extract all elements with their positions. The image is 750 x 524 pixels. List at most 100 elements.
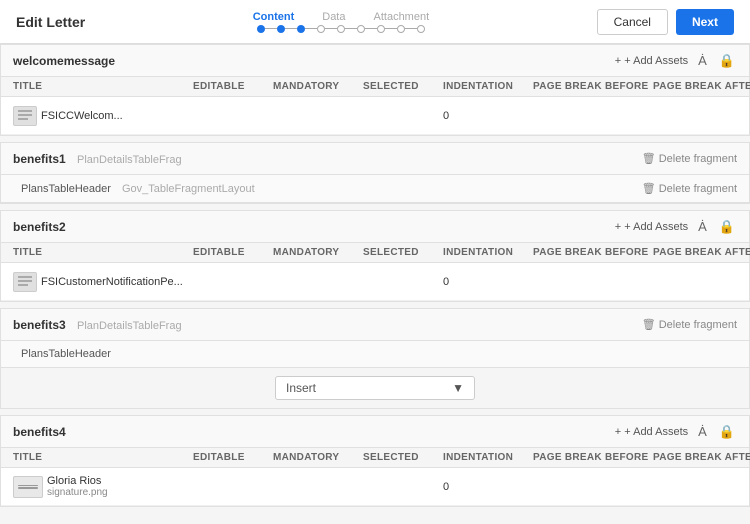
section-benefits4-title: benefits4 (13, 425, 66, 439)
table-header-4: TITLE EDITABLE MANDATORY SELECTED INDENT… (1, 448, 749, 468)
col-mandatory-4: MANDATORY (273, 452, 363, 463)
lock-icon-2[interactable]: 🔒 (717, 219, 737, 235)
section-benefits1-title: benefits1 (13, 152, 66, 166)
col-indentation-2: INDENTATION (443, 247, 533, 258)
col-page-break-before-2: PAGE BREAK BEFORE (533, 247, 653, 258)
add-icon-2: + (615, 221, 621, 233)
section-benefits4-title-group: benefits4 (13, 425, 66, 439)
dot-line-3 (305, 28, 317, 30)
lock-icon-0[interactable]: 🔒 (717, 53, 737, 69)
dot-6 (357, 25, 365, 33)
stepper: Content Data Attachment (253, 11, 429, 33)
section-benefits4-header: benefits4 + + Add Assets Ȧ 🔒 (1, 416, 749, 448)
sub-section-row-3: PlansTableHeader (1, 341, 749, 367)
col-editable-2: EDITABLE (193, 247, 273, 258)
signature-thumb-4-0 (13, 476, 43, 498)
add-assets-button-4[interactable]: + + Add Assets (615, 426, 688, 438)
add-assets-button-2[interactable]: + + Add Assets (615, 221, 688, 233)
dot-line-7 (385, 28, 397, 30)
section-welcomemessage: welcomemessage + + Add Assets Ȧ 🔒 TITLE… (0, 44, 750, 136)
delete-fragment-button-1[interactable]: 🗑 Delete fragment (642, 152, 737, 165)
cell-title-4-0: Gloria Rios signature.png (13, 475, 193, 498)
font-icon-4[interactable]: Ȧ (696, 424, 709, 439)
dot-5 (337, 25, 345, 33)
col-mandatory-0: MANDATORY (273, 81, 363, 92)
section-benefits4-actions: + + Add Assets Ȧ 🔒 (615, 424, 737, 440)
sub-section-benefits3: PlansTableHeader (1, 341, 749, 368)
header: Edit Letter Content Data Attachment (0, 0, 750, 44)
table-row-4: Gloria Rios signature.png 0 ✎ 🗑 › + (1, 468, 749, 506)
asset-name-0-0: FSICCWelcom... (41, 110, 123, 122)
asset-name-2-0: FSICustomerNotificationPe... (41, 276, 183, 288)
delete-fragment-label-1b: Delete fragment (659, 183, 737, 195)
dot-1 (257, 25, 265, 33)
add-assets-label: + Add Assets (624, 55, 688, 67)
col-page-break-before-4: PAGE BREAK BEFORE (533, 452, 653, 463)
insert-dropdown[interactable]: Insert ▼ (275, 376, 475, 400)
asset-info-4-0: Gloria Rios signature.png (47, 475, 108, 498)
dot-8 (397, 25, 405, 33)
col-mandatory-2: MANDATORY (273, 247, 363, 258)
step-data-label: Data (322, 11, 345, 23)
add-assets-button-0[interactable]: + + Add Assets (615, 55, 688, 67)
step-labels: Content Data Attachment (253, 11, 429, 23)
dot-line-1 (265, 28, 277, 30)
col-selected-0: SELECTED (363, 81, 443, 92)
add-assets-label-2: + Add Assets (624, 221, 688, 233)
section-benefits1-title-group: benefits1 PlanDetailsTableFrag (13, 152, 182, 166)
dot-3 (297, 25, 305, 33)
dot-4 (317, 25, 325, 33)
sub-section-name-1: PlansTableHeader (21, 183, 111, 195)
section-benefits3-title: benefits3 (13, 318, 66, 332)
next-button[interactable]: Next (676, 9, 734, 35)
font-icon-0[interactable]: Ȧ (696, 53, 709, 68)
sub-section-name-group-1: PlansTableHeader Gov_TableFragmentLayout (21, 183, 255, 195)
col-title-2: TITLE (13, 247, 193, 258)
sub-section-name-3: PlansTableHeader (21, 348, 111, 360)
col-page-break-after-2: PAGE BREAK AFTER (653, 247, 750, 258)
section-welcomemessage-title: welcomemessage (13, 54, 115, 68)
lock-icon-4[interactable]: 🔒 (717, 424, 737, 440)
step-dots (257, 25, 425, 33)
sig-line-2 (18, 487, 38, 489)
section-benefits3-title-group: benefits3 PlanDetailsTableFrag (13, 318, 182, 332)
section-welcomemessage-actions: + + Add Assets Ȧ 🔒 (615, 53, 737, 69)
col-selected-4: SELECTED (363, 452, 443, 463)
asset-thumb-2-0 (13, 272, 37, 292)
delete-fragment-button-3[interactable]: 🗑 Delete fragment (642, 318, 737, 331)
font-icon-2[interactable]: Ȧ (696, 219, 709, 234)
cell-indentation-0-0: 0 (443, 110, 533, 122)
sub-section-layout-1: Gov_TableFragmentLayout (122, 183, 255, 195)
col-page-break-after-4: PAGE BREAK AFTER (653, 452, 750, 463)
header-buttons: Cancel Next (597, 9, 734, 35)
dot-line-8 (405, 28, 417, 30)
cell-indentation-2-0: 0 (443, 276, 533, 288)
section-benefits4: benefits4 + + Add Assets Ȧ 🔒 TITLE EDIT… (0, 415, 750, 507)
sig-line-1 (18, 485, 38, 487)
main-content: welcomemessage + + Add Assets Ȧ 🔒 TITLE… (0, 44, 750, 524)
add-icon-4: + (615, 426, 621, 438)
cell-indentation-4-0: 0 (443, 481, 533, 493)
delete-fragment-icon-1: 🗑 (642, 152, 656, 165)
dot-line-2 (285, 28, 297, 30)
dot-7 (377, 25, 385, 33)
step-attachment-label: Attachment (374, 11, 430, 23)
section-benefits3-subtitle: PlanDetailsTableFrag (77, 320, 182, 332)
sub-section-benefits1: PlansTableHeader Gov_TableFragmentLayout… (1, 175, 749, 203)
dot-2 (277, 25, 285, 33)
step-content-label: Content (253, 11, 295, 23)
delete-fragment-button-1b[interactable]: 🗑 Delete fragment (642, 182, 737, 195)
section-benefits2-title: benefits2 (13, 220, 66, 234)
section-benefits3: benefits3 PlanDetailsTableFrag 🗑 Delete … (0, 308, 750, 409)
section-benefits1-header: benefits1 PlanDetailsTableFrag 🗑 Delete … (1, 143, 749, 175)
insert-row-3: Insert ▼ (1, 368, 749, 408)
delete-fragment-icon-1b: 🗑 (642, 182, 656, 195)
col-page-break-after-0: PAGE BREAK AFTER (653, 81, 750, 92)
section-benefits3-header: benefits3 PlanDetailsTableFrag 🗑 Delete … (1, 309, 749, 341)
cancel-button[interactable]: Cancel (597, 9, 668, 35)
table-header-2: TITLE EDITABLE MANDATORY SELECTED INDENT… (1, 243, 749, 263)
section-benefits1-subtitle: PlanDetailsTableFrag (77, 154, 182, 166)
col-page-break-before-0: PAGE BREAK BEFORE (533, 81, 653, 92)
section-welcomemessage-header: welcomemessage + + Add Assets Ȧ 🔒 (1, 45, 749, 77)
dot-9 (417, 25, 425, 33)
